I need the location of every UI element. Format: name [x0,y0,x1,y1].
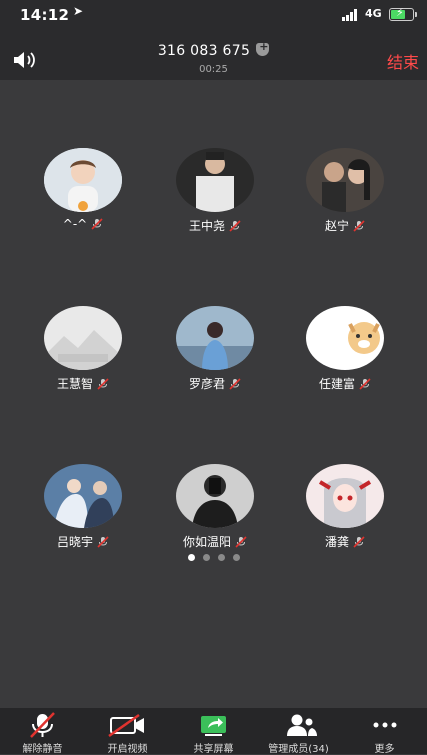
muted-mic-icon [353,220,365,232]
share-screen-button[interactable]: 共享屏幕 [171,708,256,755]
unmute-button[interactable]: 解除静音 [0,708,85,755]
participant-name: 王慧智 [56,377,93,391]
page-dot[interactable] [187,554,195,561]
end-call-button[interactable]: 结束 [387,49,419,73]
avatar [176,306,254,370]
avatar [176,148,254,212]
meeting-id-text: 316 083 675 [157,43,251,59]
page-dot[interactable] [217,554,225,561]
avatar [306,148,384,212]
more-button[interactable]: 更多 [342,708,427,755]
start-video-button[interactable]: 开启视频 [85,708,170,755]
page-dot[interactable] [202,554,210,561]
participant-tile[interactable]: 你如温阳 [150,464,280,550]
status-bar: 14:12 ➤ 4G ⚡ [0,0,427,30]
participant-tile[interactable]: 罗彦君 [150,306,280,392]
share-screen-icon [201,716,226,736]
avatar [44,464,122,528]
participant-tile[interactable]: 王中尧 [150,148,280,234]
avatar [306,306,384,370]
bottom-toolbar: 解除静音 开启视频 共享屏幕 管理成员(34) 更多 [0,708,427,755]
network-type: 4G [365,7,382,20]
participant-tile[interactable]: 王慧智 [18,306,148,392]
muted-mic-icon [91,218,103,230]
avatar [44,306,122,370]
participant-tile[interactable]: ^-^ [18,148,148,231]
participant-tile[interactable]: 任建富 [280,306,410,392]
meeting-id[interactable]: 316 083 675 [0,40,427,59]
members-icon [287,714,317,736]
status-time: 14:12 [20,6,70,24]
more-dots-icon [373,722,397,728]
manage-members-label: 管理成员(34) [268,744,329,755]
more-label: 更多 [374,744,395,755]
participant-name: ^-^ [62,217,88,231]
avatar [306,464,384,528]
page-indicator[interactable] [0,546,427,565]
participant-name: 王中尧 [188,219,225,233]
participant-name: 罗彦君 [188,377,225,391]
participant-tile[interactable]: 潘龚 [280,464,410,550]
participant-name: 赵宁 [324,219,349,233]
start-video-label: 开启视频 [107,744,148,755]
participant-tile[interactable]: 吕晓宇 [18,464,148,550]
participant-name: 任建富 [318,377,355,391]
muted-mic-icon [229,220,241,232]
muted-mic-icon [229,378,241,390]
participant-tile[interactable]: 赵宁 [280,148,410,234]
call-header: 14:12 ➤ 4G ⚡ 316 083 675 00:25 结束 [0,0,427,80]
call-duration: 00:25 [199,64,228,75]
page-dot[interactable] [232,554,240,561]
battery-icon: ⚡ [389,6,417,21]
muted-mic-icon [30,712,55,738]
manage-members-button[interactable]: 管理成员(34) [256,708,341,755]
share-screen-label: 共享屏幕 [193,744,234,755]
muted-mic-icon [359,378,371,390]
video-off-icon [108,713,144,738]
avatar [176,464,254,528]
shield-icon [256,40,270,56]
muted-mic-icon [97,378,109,390]
unmute-label: 解除静音 [22,744,63,755]
location-arrow-icon: ➤ [73,4,84,18]
avatar [44,148,122,212]
signal-icon [342,9,360,21]
